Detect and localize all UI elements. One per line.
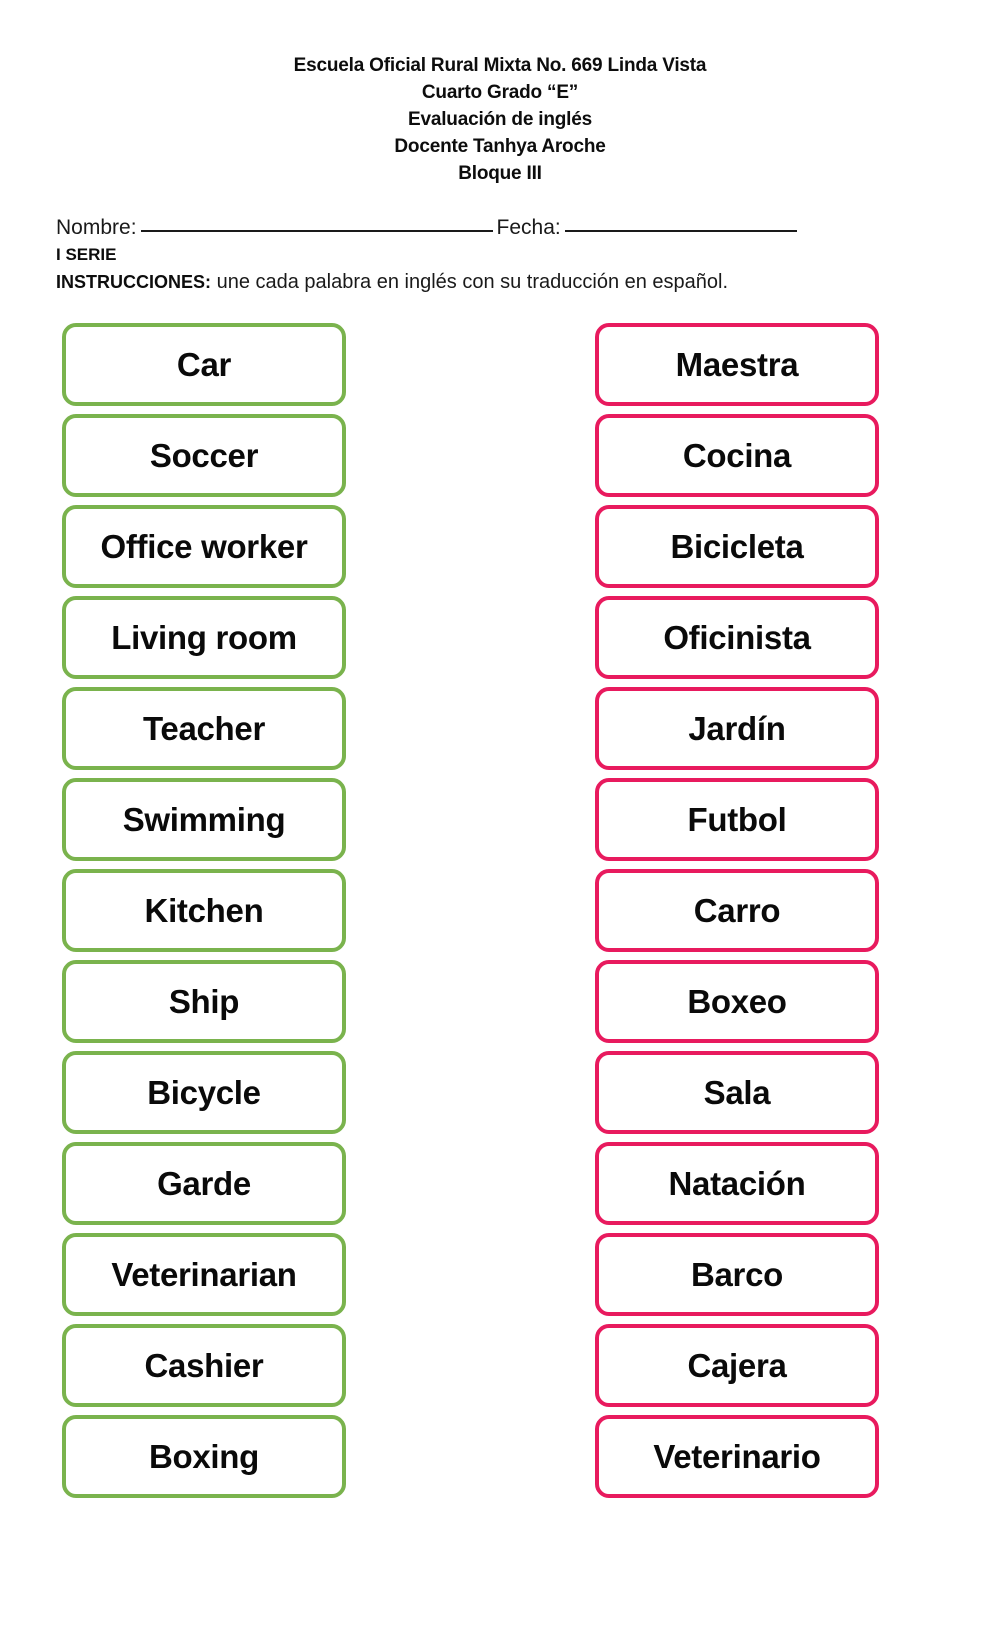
word-label: Kitchen (144, 891, 264, 929)
word-label: Ship (168, 982, 240, 1020)
word-box-english[interactable]: Kitchen (62, 869, 346, 952)
series-heading: I SERIE (56, 245, 117, 264)
word-box-english[interactable]: Living room (62, 596, 346, 679)
word-label: Natación (668, 1164, 806, 1202)
word-box-spanish[interactable]: Jardín (595, 687, 879, 770)
word-label: Cajera (687, 1346, 787, 1384)
instructions-text: une cada palabra en inglés con su traduc… (211, 271, 729, 293)
word-box-english[interactable]: Garde (62, 1142, 346, 1225)
word-box-spanish[interactable]: Cocina (595, 414, 879, 497)
header-line-teacher: Docente Tanhya Aroche (394, 136, 606, 157)
header-line-grade: Cuarto Grado “E” (421, 82, 579, 103)
word-label: Cocina (682, 436, 792, 474)
word-label: Jardín (688, 709, 786, 747)
word-label: Cashier (144, 1346, 264, 1384)
word-label: Office worker (100, 527, 308, 565)
word-box-spanish[interactable]: Veterinario (595, 1415, 879, 1498)
word-label: Swimming (122, 800, 286, 838)
header-line-block: Bloque III (458, 163, 542, 184)
word-box-english[interactable]: Bicycle (62, 1051, 346, 1134)
header-line-school: Escuela Oficial Rural Mixta No. 669 Lind… (293, 55, 707, 76)
word-box-spanish[interactable]: Boxeo (595, 960, 879, 1043)
name-input-line[interactable] (140, 230, 493, 232)
header-line-subject: Evaluación de inglés (408, 109, 592, 130)
word-box-spanish[interactable]: Natación (595, 1142, 879, 1225)
word-label: Veterinario (653, 1437, 821, 1475)
date-label: Fecha: (496, 216, 561, 239)
word-box-spanish[interactable]: Barco (595, 1233, 879, 1316)
word-label: Futbol (687, 800, 787, 838)
name-date-row: Nombre: Fecha: (56, 215, 944, 241)
word-label: Bicicleta (670, 527, 804, 565)
word-label: Boxeo (687, 982, 787, 1020)
word-box-english[interactable]: Ship (62, 960, 346, 1043)
word-box-spanish[interactable]: Cajera (595, 1324, 879, 1407)
word-box-spanish[interactable]: Carro (595, 869, 879, 952)
word-box-english[interactable]: Boxing (62, 1415, 346, 1498)
word-box-english[interactable]: Office worker (62, 505, 346, 588)
word-box-english[interactable]: Soccer (62, 414, 346, 497)
instructions-row: INSTRUCCIONES: une cada palabra en inglé… (56, 268, 944, 296)
instructions-label: INSTRUCCIONES: (56, 272, 212, 292)
word-box-english[interactable]: Swimming (62, 778, 346, 861)
word-box-english[interactable]: Cashier (62, 1324, 346, 1407)
spanish-word-column: Maestra Cocina Bicicleta Oficinista Jard… (595, 323, 879, 1498)
word-label: Teacher (142, 709, 266, 747)
english-word-column: Car Soccer Office worker Living room Tea… (62, 323, 346, 1498)
word-label: Living room (111, 618, 297, 656)
word-label: Soccer (149, 436, 259, 474)
word-label: Barco (690, 1255, 784, 1293)
name-label: Nombre: (56, 216, 137, 239)
word-label: Bicycle (147, 1073, 261, 1111)
word-box-english[interactable]: Teacher (62, 687, 346, 770)
word-label: Oficinista (663, 618, 811, 656)
word-box-english[interactable]: Car (62, 323, 346, 406)
word-label: Veterinarian (111, 1255, 297, 1293)
word-label: Sala (703, 1073, 771, 1111)
word-box-spanish[interactable]: Maestra (595, 323, 879, 406)
word-box-spanish[interactable]: Futbol (595, 778, 879, 861)
word-box-english[interactable]: Veterinarian (62, 1233, 346, 1316)
word-label: Maestra (675, 345, 799, 383)
word-box-spanish[interactable]: Sala (595, 1051, 879, 1134)
word-label: Car (176, 345, 232, 383)
student-meta-section: Nombre: Fecha: I SERIE INSTRUCCIONES: un… (0, 215, 1000, 296)
document-header: Escuela Oficial Rural Mixta No. 669 Lind… (0, 0, 1000, 187)
worksheet-page: Escuela Oficial Rural Mixta No. 669 Lind… (0, 0, 1000, 1643)
word-label: Carro (693, 891, 781, 929)
date-input-line[interactable] (564, 230, 797, 232)
word-label: Boxing (148, 1437, 260, 1475)
word-box-spanish[interactable]: Oficinista (595, 596, 879, 679)
word-box-spanish[interactable]: Bicicleta (595, 505, 879, 588)
word-label: Garde (157, 1164, 251, 1202)
